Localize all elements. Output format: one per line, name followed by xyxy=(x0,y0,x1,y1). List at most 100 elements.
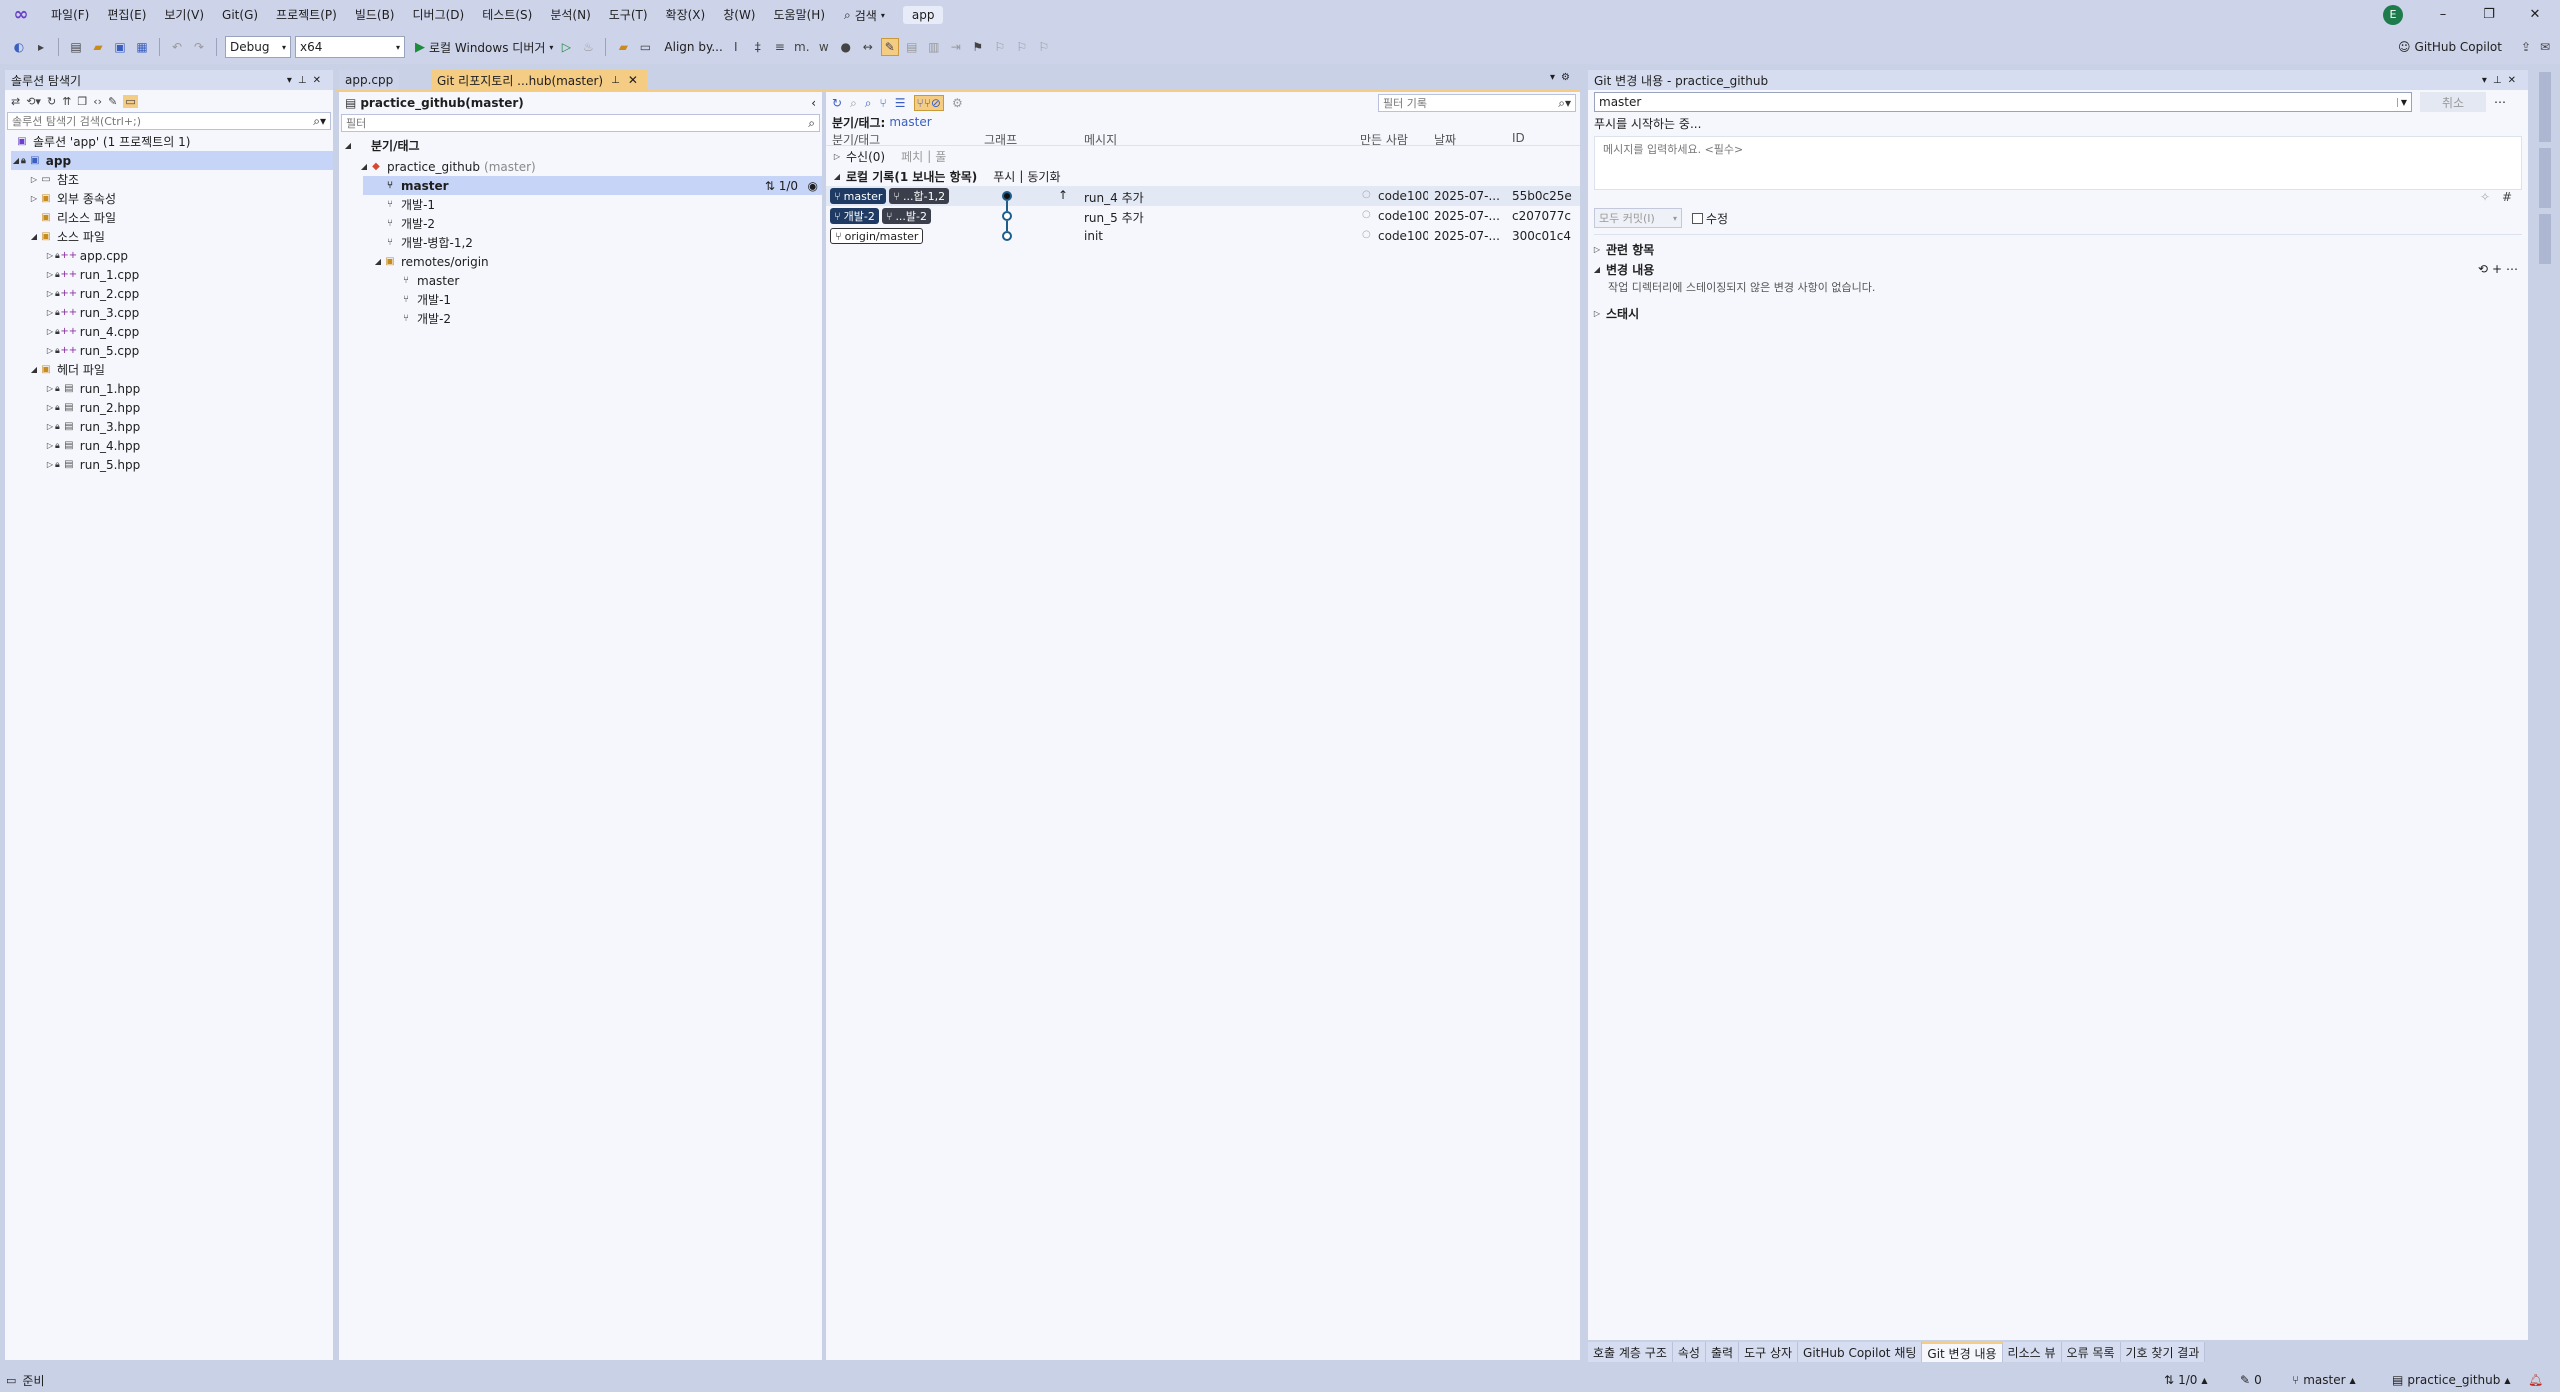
changes-section[interactable]: ◢ 변경 내용 ⟲+⋯ xyxy=(1588,259,2528,279)
menu-item[interactable]: 프로젝트(P) xyxy=(267,0,346,30)
commit-all-button[interactable]: 모두 커밋(I) ▾ xyxy=(1594,208,1682,228)
menu-item[interactable]: 확장(X) xyxy=(657,0,715,30)
header-file-node[interactable]: ▷ 🔒︎ ▤ run_2.hpp xyxy=(45,398,140,417)
breakpoint-icon[interactable]: ● xyxy=(837,38,855,56)
column-header[interactable]: 분기/태그 xyxy=(832,131,880,148)
menu-item[interactable]: Git(G) xyxy=(213,0,267,30)
column-header[interactable]: 날짜 xyxy=(1434,131,1456,148)
bottom-tab[interactable]: 출력 xyxy=(1706,1342,1740,1362)
column-header[interactable]: ID xyxy=(1512,131,1525,145)
menu-item[interactable]: 분석(N) xyxy=(541,0,599,30)
source-file-node[interactable]: ▷ 🔒︎ ++ run_5.cpp xyxy=(45,341,139,360)
sort-icon[interactable]: ☰ xyxy=(895,96,906,110)
hot-reload-icon[interactable]: ♨ xyxy=(579,38,597,56)
hash-icon[interactable]: # xyxy=(2502,190,2512,204)
more-options-icon[interactable]: ⋯ xyxy=(2494,95,2506,109)
pin-icon[interactable]: ⊥ xyxy=(611,75,620,86)
forward-icon[interactable]: ▸ xyxy=(32,38,50,56)
restore-icon[interactable]: ❐ xyxy=(2466,0,2512,30)
code-icon[interactable]: ‹› xyxy=(93,95,102,108)
undo-icon[interactable]: ↶ xyxy=(168,38,186,56)
close-tab-icon[interactable]: ✕ xyxy=(628,73,638,87)
expand-icon[interactable]: ▷ xyxy=(45,308,55,317)
commit-row[interactable]: ⑂ master ⑂ ...합-1,2 ↑ run_4 추가 ○ code100 2025-07… xyxy=(826,186,1580,211)
collapse-icon[interactable]: ◢ xyxy=(373,257,383,266)
branch-badge[interactable]: ⑂ ...합-1,2 xyxy=(889,188,950,204)
run-button[interactable]: ▶ 로컬 Windows 디버거 ▾ xyxy=(415,39,553,56)
avatar[interactable]: E xyxy=(2383,5,2403,25)
git-branch-select[interactable]: master ▼ xyxy=(1594,92,2412,112)
expand-icon[interactable]: ▷ xyxy=(45,289,55,298)
expand-icon[interactable]: ▷ xyxy=(29,175,39,184)
comment-icon[interactable]: ▤ xyxy=(903,38,921,56)
branch-filter-input[interactable]: 필터 ⌕ xyxy=(341,114,820,132)
show-local-icon[interactable]: ⑂⑂⊘ xyxy=(913,95,944,111)
branch-icon[interactable]: ⑂ xyxy=(880,96,887,110)
pull-link[interactable]: 풀 xyxy=(935,148,946,165)
fetch-link[interactable]: 페치 xyxy=(901,148,923,165)
strike-icon[interactable]: ‡ xyxy=(749,38,767,56)
platform-select[interactable]: x64 ▾ xyxy=(295,36,405,58)
equals-icon[interactable]: ≡ xyxy=(771,38,789,56)
collapse-icon[interactable]: ◢ xyxy=(832,172,842,181)
expand-icon[interactable]: ▷ xyxy=(45,422,55,431)
branch-node[interactable]: ⑂ 개발-1 xyxy=(373,195,435,214)
copy-icon[interactable]: ❐ xyxy=(77,95,87,108)
solution-name[interactable]: app xyxy=(902,6,944,24)
refresh-icon[interactable]: ↻ xyxy=(47,95,56,108)
fetch-icon[interactable]: ⌕ xyxy=(850,96,857,111)
tab-app-cpp[interactable]: app.cpp xyxy=(339,70,400,90)
solution-search-input[interactable]: 솔루션 탐색기 검색(Ctrl+;) ⌕▾ xyxy=(7,112,331,130)
expand-icon[interactable]: ▷ xyxy=(29,194,39,203)
source-file-node[interactable]: ▷ 🔒︎ ++ run_2.cpp xyxy=(45,284,139,303)
minimize-icon[interactable]: – xyxy=(2420,0,2466,30)
remote-branch-node[interactable]: ⑂ 개발-1 xyxy=(389,290,451,309)
preview-icon[interactable]: ▭ xyxy=(123,94,138,108)
menu-item[interactable]: 빌드(B) xyxy=(346,0,404,30)
branch-badge[interactable]: ⑂ 개발-2 xyxy=(830,208,879,224)
repo-node[interactable]: ◢ ◆ practice_github (master) xyxy=(359,157,536,176)
expand-icon[interactable]: ▷ xyxy=(45,460,55,469)
collapse-icon[interactable]: ⇈ xyxy=(62,95,71,108)
column-header[interactable]: 만든 사람 xyxy=(1360,131,1408,148)
references-node[interactable]: ▷ ▭ 참조 xyxy=(29,170,79,189)
expand-icon[interactable]: ▷ xyxy=(45,441,55,450)
changes-actions-icon[interactable]: ⟲+⋯ xyxy=(2478,262,2522,276)
remote-branch-node[interactable]: ⑂ master xyxy=(389,271,459,290)
expand-icon[interactable]: ▷ xyxy=(45,270,55,279)
copilot-button[interactable]: ☺ GitHub Copilot xyxy=(2398,40,2502,54)
related-section[interactable]: ▷ 관련 항목 xyxy=(1588,239,2528,259)
menu-item[interactable]: 보기(V) xyxy=(155,0,213,30)
branch-badge[interactable]: ⑂ master xyxy=(830,188,887,204)
tab-git-repository[interactable]: Git 리포지토리 ...hub(master) ⊥ ✕ xyxy=(431,70,647,90)
bookmark-clear-icon[interactable]: ⚐ xyxy=(1035,38,1053,56)
remote-branch-node[interactable]: ⑂ 개발-2 xyxy=(389,309,451,328)
column-header[interactable]: 메시지 xyxy=(1084,131,1117,148)
run-without-debug-icon[interactable]: ▷ xyxy=(557,38,575,56)
side-tab-toolbox[interactable] xyxy=(2539,214,2551,264)
sync-status[interactable]: ⇅ 1/0 ▲ xyxy=(2164,1373,2208,1387)
notification-icon[interactable]: 🔔︎ xyxy=(2528,1373,2543,1387)
open-icon[interactable]: ▰ xyxy=(89,38,107,56)
panel-controls-icon[interactable]: ▾⊥✕ xyxy=(2482,75,2522,86)
column-header[interactable]: 그래프 xyxy=(984,131,1017,148)
history-filter-input[interactable]: 필터 기록 ⌕▾ xyxy=(1378,94,1576,112)
menu-item[interactable]: 도구(T) xyxy=(600,0,657,30)
bottom-tab[interactable]: 속성 xyxy=(1673,1342,1706,1362)
sync-link[interactable]: 동기화 xyxy=(1027,168,1060,185)
commit-message-input[interactable]: 메시지를 입력하세요. <필수> xyxy=(1594,136,2522,190)
menu-item[interactable]: 창(W) xyxy=(714,0,764,30)
solution-node[interactable]: ▣ 솔루션 'app' (1 프로젝트의 1) xyxy=(5,132,190,151)
bottom-tab[interactable]: 호출 계층 구조 xyxy=(1588,1342,1673,1362)
search-box[interactable]: ⌕ 검색 ▾ xyxy=(834,7,895,24)
panel-controls-icon[interactable]: ▾⊥✕ xyxy=(287,75,327,86)
branch-node[interactable]: ⑂ master ⇅ 1/0 ◉ xyxy=(363,176,822,195)
source-file-node[interactable]: ▷ 🔒︎ ++ run_4.cpp xyxy=(45,322,139,341)
source-folder-node[interactable]: ◢ ▣ 소스 파일 xyxy=(29,227,105,246)
close-icon[interactable]: ✕ xyxy=(2512,0,2558,30)
bottom-tab[interactable]: Git 변경 내용 xyxy=(1922,1342,2003,1362)
source-file-node[interactable]: ▷ 🔒︎ ++ app.cpp xyxy=(45,246,128,265)
branch-badge[interactable]: ⑂ origin/master xyxy=(830,228,924,244)
sparkle-icon[interactable]: ✧ xyxy=(2480,190,2490,204)
bottom-tab[interactable]: 오류 목록 xyxy=(2062,1342,2121,1362)
